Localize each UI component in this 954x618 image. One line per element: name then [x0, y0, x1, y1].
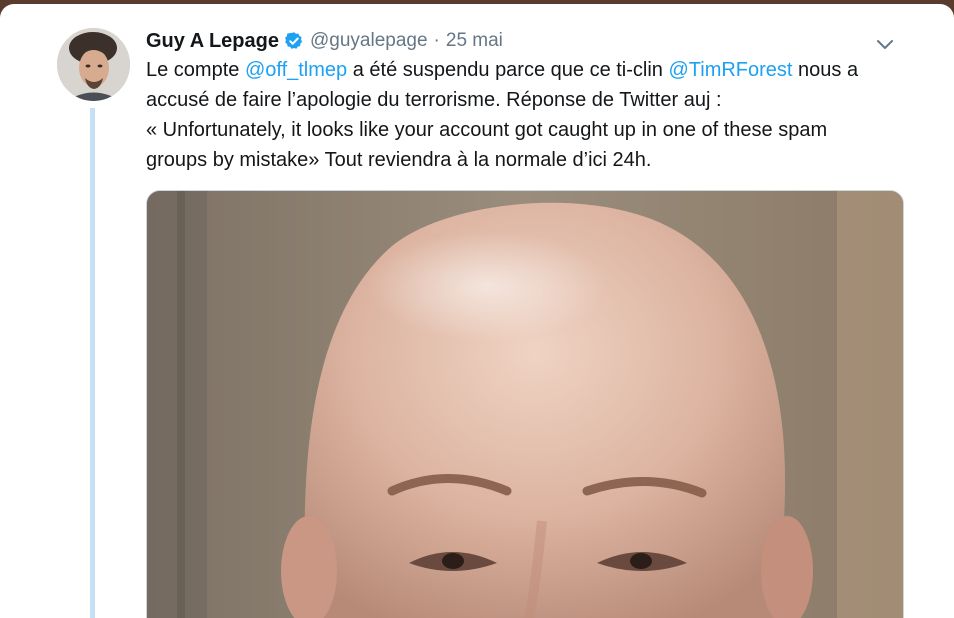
author-handle[interactable]: @guyalepage [310, 30, 428, 52]
tweet-text-segment: a été suspendu parce que ce ti-clin [347, 59, 669, 81]
photo-man-portrait-icon [147, 191, 903, 618]
tweet-header: Guy A Lepage @guyalepage · 25 mai [146, 28, 503, 54]
tweet-text-segment: Le compte [146, 59, 245, 81]
header-separator: · [433, 30, 440, 51]
tweet-text-line-1: Le compte @off_tlmep a été suspendu parc… [146, 55, 926, 85]
tweet-text-line-3: « Unfortunately, it looks like your acco… [146, 119, 828, 141]
tweet-text-segment: nous a [792, 59, 859, 81]
verified-badge-icon [284, 31, 304, 51]
thread-connector-line [90, 108, 95, 618]
avatar-photo-icon [57, 28, 130, 101]
tweet-body: Le compte @off_tlmep a été suspendu parc… [146, 55, 926, 175]
chevron-down-icon [877, 40, 893, 49]
mention-link-off-tlmep[interactable]: @off_tlmep [245, 59, 347, 81]
tweet-menu-button[interactable] [873, 34, 897, 54]
tweet-media-photo[interactable] [146, 190, 904, 618]
tweet-date[interactable]: 25 mai [446, 30, 503, 52]
author-display-name[interactable]: Guy A Lepage [146, 30, 279, 53]
tweet-text-line-2: accusé de faire l’apologie du terrorisme… [146, 89, 722, 111]
mention-link-timrforest[interactable]: @TimRForest [668, 59, 792, 81]
author-avatar[interactable] [57, 28, 130, 101]
tweet-card[interactable]: Guy A Lepage @guyalepage · 25 mai Le com… [0, 4, 954, 618]
tweet-text-line-4: groups by mistake» Tout reviendra à la n… [146, 149, 652, 171]
